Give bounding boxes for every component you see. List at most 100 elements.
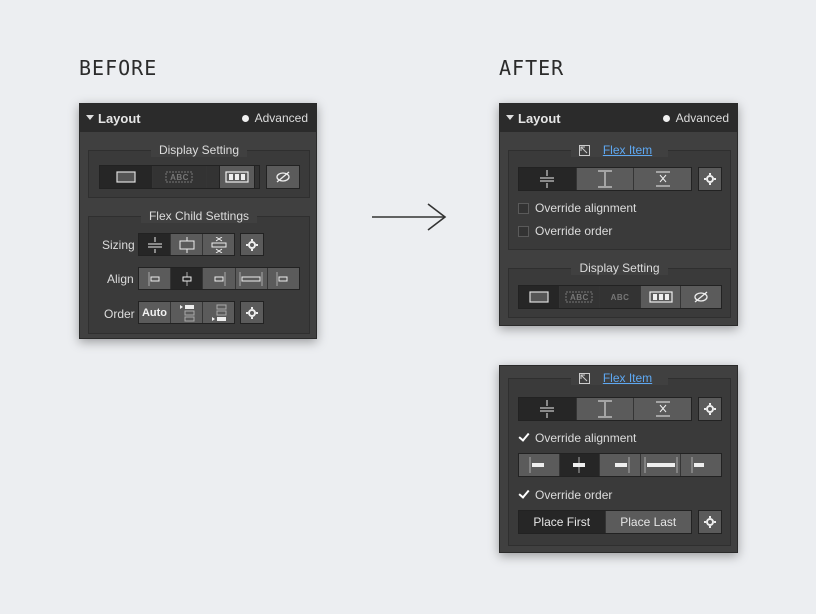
align-start-button[interactable] xyxy=(519,454,560,476)
gear-icon xyxy=(704,403,716,415)
sizing-shrink-button[interactable] xyxy=(139,234,171,255)
display-inline-block-button[interactable]: ABC xyxy=(153,166,207,188)
grow-icon xyxy=(179,236,194,253)
override-alignment-label: Override alignment xyxy=(535,431,637,445)
section-title: Display Setting xyxy=(89,143,309,157)
place-first-button[interactable]: Place First xyxy=(519,511,606,533)
align-end-button[interactable] xyxy=(600,454,641,476)
display-setting-group[interactable]: ABC ABC xyxy=(518,285,722,309)
order-settings-button[interactable] xyxy=(240,301,264,324)
sizing-none-button[interactable] xyxy=(634,398,692,420)
display-inline-block-button[interactable]: ABC xyxy=(559,286,601,308)
align-center-button[interactable] xyxy=(171,268,204,289)
align-auto-button[interactable] xyxy=(139,268,172,289)
display-flex-button[interactable] xyxy=(640,286,682,308)
caret-down-icon[interactable] xyxy=(86,115,94,120)
align-center-icon xyxy=(182,271,192,286)
sizing-settings-button[interactable] xyxy=(698,167,722,191)
align-stretch-icon xyxy=(644,457,678,473)
display-block-button[interactable] xyxy=(100,166,154,188)
inline-block-text: ABC xyxy=(569,292,589,302)
sizing-group[interactable] xyxy=(518,397,692,421)
section-title: Flex Item xyxy=(509,143,730,157)
override-order-label: Override order xyxy=(535,224,613,238)
display-none-button[interactable] xyxy=(681,286,721,308)
display-flex-button[interactable] xyxy=(219,165,255,189)
toggle-dot-icon xyxy=(241,114,249,122)
flex-item-link[interactable]: Flex Item xyxy=(594,143,661,157)
grow-icon xyxy=(598,170,612,188)
shrink-icon xyxy=(540,170,555,188)
sizing-none-button[interactable] xyxy=(203,234,234,255)
place-first-text: Place First xyxy=(533,515,591,529)
override-alignment-checkbox[interactable] xyxy=(518,432,529,443)
override-order-label: Override order xyxy=(535,488,613,502)
advanced-label: Advanced xyxy=(675,111,729,125)
display-block-button[interactable] xyxy=(519,286,560,308)
section-title: Display Setting xyxy=(509,261,730,275)
flex-child-section: Flex Child Settings Sizing Align Order A… xyxy=(88,209,310,334)
inline-text: ABC xyxy=(610,292,630,302)
panel-header[interactable]: Layout Advanced xyxy=(500,104,737,132)
sizing-grow-button[interactable] xyxy=(171,234,203,255)
align-baseline-icon xyxy=(276,271,288,286)
block-icon xyxy=(529,291,549,303)
align-group[interactable] xyxy=(518,453,722,477)
sizing-group[interactable] xyxy=(138,233,235,256)
align-group[interactable] xyxy=(138,267,300,290)
order-group[interactable]: Auto xyxy=(138,301,235,324)
order-first-button[interactable] xyxy=(171,302,203,323)
order-last-button[interactable] xyxy=(203,302,234,323)
no-grow-icon xyxy=(211,236,226,253)
sizing-settings-button[interactable] xyxy=(698,397,722,421)
sizing-grow-button[interactable] xyxy=(576,398,635,420)
flex-item-panel-expanded: Flex Item Override alignment Override or… xyxy=(499,365,738,553)
sizing-settings-button[interactable] xyxy=(240,233,264,256)
align-end-icon xyxy=(614,457,630,473)
align-end-button[interactable] xyxy=(203,268,236,289)
caret-down-icon[interactable] xyxy=(506,115,514,120)
panel-header[interactable]: Layout Advanced xyxy=(80,104,316,132)
order-auto-button[interactable]: Auto xyxy=(139,302,171,323)
advanced-toggle[interactable]: Advanced xyxy=(241,111,308,125)
toggle-dot-icon xyxy=(662,114,670,122)
sizing-shrink-button[interactable] xyxy=(519,168,577,190)
sizing-shrink-button[interactable] xyxy=(519,398,577,420)
override-alignment-checkbox[interactable] xyxy=(518,203,529,214)
align-stretch-button[interactable] xyxy=(235,268,268,289)
display-setting-section: Display Setting ABC ABC xyxy=(508,261,731,318)
align-start-icon xyxy=(148,271,160,286)
place-last-text: Place Last xyxy=(620,515,677,529)
order-auto-text: Auto xyxy=(141,306,168,319)
align-stretch-button[interactable] xyxy=(640,454,682,476)
sizing-group[interactable] xyxy=(518,167,692,191)
shrink-icon xyxy=(147,236,162,253)
align-baseline-button[interactable] xyxy=(681,454,721,476)
display-none-button[interactable] xyxy=(266,165,300,189)
order-group[interactable]: Place First Place Last xyxy=(518,510,692,534)
override-order-checkbox[interactable] xyxy=(518,489,529,500)
align-center-button[interactable] xyxy=(559,454,601,476)
override-alignment-label: Override alignment xyxy=(535,201,637,215)
place-first-icon xyxy=(179,304,194,321)
section-title: Flex Child Settings xyxy=(89,209,309,223)
override-order-checkbox[interactable] xyxy=(518,226,529,237)
eye-off-icon xyxy=(694,291,708,303)
sizing-none-button[interactable] xyxy=(634,168,692,190)
advanced-label: Advanced xyxy=(254,111,308,125)
sizing-grow-button[interactable] xyxy=(576,168,635,190)
advanced-toggle[interactable]: Advanced xyxy=(662,111,729,125)
align-baseline-icon xyxy=(691,457,705,473)
order-settings-button[interactable] xyxy=(698,510,722,534)
sizing-label: Sizing xyxy=(102,238,135,252)
no-grow-icon xyxy=(655,401,670,417)
align-baseline-button[interactable] xyxy=(267,268,300,289)
eye-off-icon xyxy=(276,171,290,183)
section-title: Flex Item xyxy=(509,371,730,385)
place-last-button[interactable]: Place Last xyxy=(605,511,691,533)
flex-item-link[interactable]: Flex Item xyxy=(594,371,661,385)
shrink-icon xyxy=(540,400,555,418)
display-inline-button[interactable]: ABC xyxy=(600,286,641,308)
layout-panel-before: Layout Advanced Display Setting ABC ABC … xyxy=(79,103,317,339)
no-grow-icon xyxy=(655,171,670,187)
